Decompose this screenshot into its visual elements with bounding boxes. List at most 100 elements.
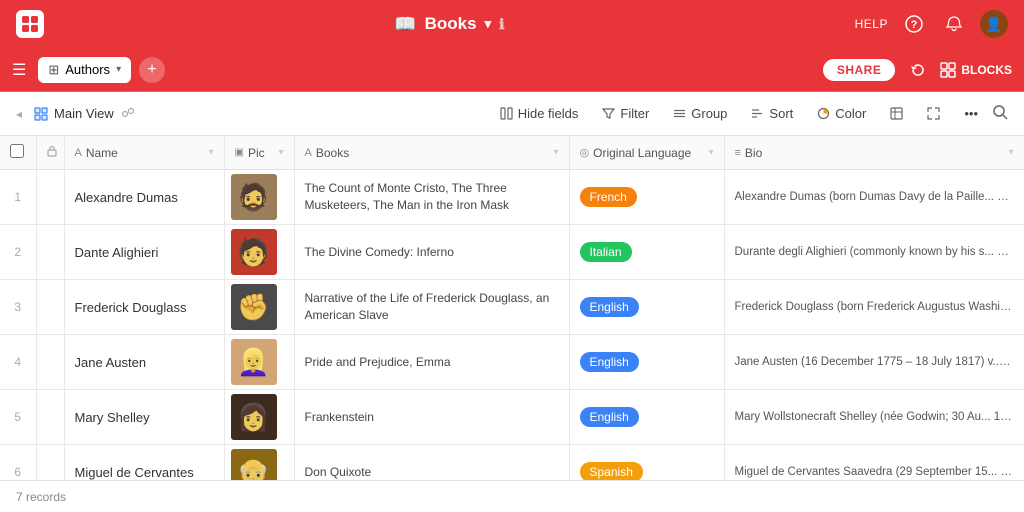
th-checkbox[interactable] [0,136,36,170]
help-icon-btn[interactable]: ? [900,10,928,38]
authors-tab[interactable]: ⊞ Authors ▾ [38,57,131,83]
table-row: 3 Frederick Douglass ✊ Narrative of the … [0,280,1024,335]
expand-btn[interactable] [917,102,950,125]
undo-button[interactable] [904,58,932,82]
author-pic: 👴 [224,445,294,481]
bio-text: Jane Austen (16 December 1775 – 18 July … [724,335,1024,390]
color-label: Color [835,106,866,121]
author-pic: ✊ [224,280,294,335]
table-row: 6 Miguel de Cervantes 👴 Don Quixote Span… [0,445,1024,481]
th-lang-label: Original Language [593,146,691,160]
th-bio[interactable]: ≡ Bio ▾ [724,136,1024,170]
blocks-button[interactable]: BLOCKS [940,62,1012,78]
language-cell: Italian [569,225,724,280]
th-books-label: Books [316,146,349,160]
ellipsis-icon: ••• [964,106,978,121]
header-left [16,10,44,38]
portrait-image: ✊ [231,284,277,330]
table-row: 5 Mary Shelley 👩 Frankenstein English Ma… [0,390,1024,445]
title-dropdown-icon[interactable]: ▾ [485,16,492,32]
row-lock [36,445,64,481]
sort-label: Sort [769,106,793,121]
app-logo[interactable] [16,10,44,38]
author-name: Jane Austen [64,335,224,390]
portrait-image: 👴 [231,449,277,480]
language-cell: Spanish [569,445,724,481]
th-name[interactable]: A Name ▾ [64,136,224,170]
th-language[interactable]: ◎ Original Language ▾ [569,136,724,170]
group-button[interactable]: Group [663,101,737,126]
header-center: 📖 Books ▾ ℹ [394,14,504,35]
th-books-icon: A [305,147,312,159]
bio-text: Durante degli Alighieri (commonly known … [724,225,1024,280]
notification-icon-btn[interactable] [940,10,968,38]
language-badge: Italian [580,242,632,262]
share-button[interactable]: SHARE [822,58,897,82]
header-right: HELP ? 👤 [855,10,1008,38]
blocks-label: BLOCKS [961,63,1012,77]
hamburger-icon[interactable]: ☰ [12,60,26,80]
author-name: Dante Alighieri [64,225,224,280]
row-lock [36,335,64,390]
language-cell: English [569,280,724,335]
bio-text: Alexandre Dumas (born Dumas Davy de la P… [724,170,1024,225]
author-name: Alexandre Dumas [64,170,224,225]
main-view-label: Main View [54,106,114,121]
th-lock [36,136,64,170]
app-title: Books [425,14,477,34]
author-pic: 👩 [224,390,294,445]
language-cell: English [569,390,724,445]
th-name-icon: A [75,147,82,159]
caret-icon[interactable]: ◂ [16,107,22,121]
language-cell: English [569,335,724,390]
th-lang-icon: ◎ [580,146,590,159]
bio-text: Frederick Douglass (born Frederick Augus… [724,280,1024,335]
row-number: 4 [0,335,36,390]
data-table: A Name ▾ ▣ Pic ▾ [0,136,1024,480]
books-icon: 📖 [394,14,416,35]
help-label: HELP [855,17,888,31]
sort-button[interactable]: Sort [741,101,803,126]
th-lang-sort[interactable]: ▾ [708,147,713,158]
search-button[interactable] [992,104,1008,124]
portrait-image: 🧑 [231,229,277,275]
filter-label: Filter [620,106,649,121]
row-lock [36,280,64,335]
avatar[interactable]: 👤 [980,10,1008,38]
filter-button[interactable]: Filter [592,101,659,126]
row-number: 6 [0,445,36,481]
books-list: The Divine Comedy: Inferno [294,225,569,280]
portrait-image: 🧔 [231,174,277,220]
th-books[interactable]: A Books ▾ [294,136,569,170]
th-books-sort[interactable]: ▾ [553,147,558,158]
table-header-row: A Name ▾ ▣ Pic ▾ [0,136,1024,170]
th-bio-sort[interactable]: ▾ [1008,147,1013,158]
hide-fields-button[interactable]: Hide fields [490,101,589,126]
row-number: 5 [0,390,36,445]
books-list: Pride and Prejudice, Emma [294,335,569,390]
th-name-sort[interactable]: ▾ [208,147,213,158]
author-pic: 👱‍♀️ [224,335,294,390]
language-badge: English [580,297,639,317]
books-list: The Count of Monte Cristo, The Three Mus… [294,170,569,225]
authors-toolbar: ☰ ⊞ Authors ▾ + SHARE BLOCKS [0,48,1024,92]
th-name-label: Name [86,146,118,160]
th-pic[interactable]: ▣ Pic ▾ [224,136,294,170]
color-button[interactable]: Color [807,101,876,126]
author-name: Frederick Douglass [64,280,224,335]
author-pic: 🧔 [224,170,294,225]
add-icon: + [147,61,156,79]
add-view-button[interactable]: + [139,57,165,83]
row-lock [36,225,64,280]
more-options-btn[interactable]: ••• [954,101,988,126]
main-view-dropdown[interactable]: Main View [26,102,142,125]
th-pic-sort[interactable]: ▾ [278,147,283,158]
info-icon[interactable]: ℹ [499,16,504,33]
records-count: 7 records [16,490,66,504]
table-options-btn1[interactable] [880,102,913,125]
row-lock [36,390,64,445]
select-all-checkbox[interactable] [10,144,24,158]
row-lock [36,170,64,225]
language-badge: English [580,352,639,372]
group-label: Group [691,106,727,121]
